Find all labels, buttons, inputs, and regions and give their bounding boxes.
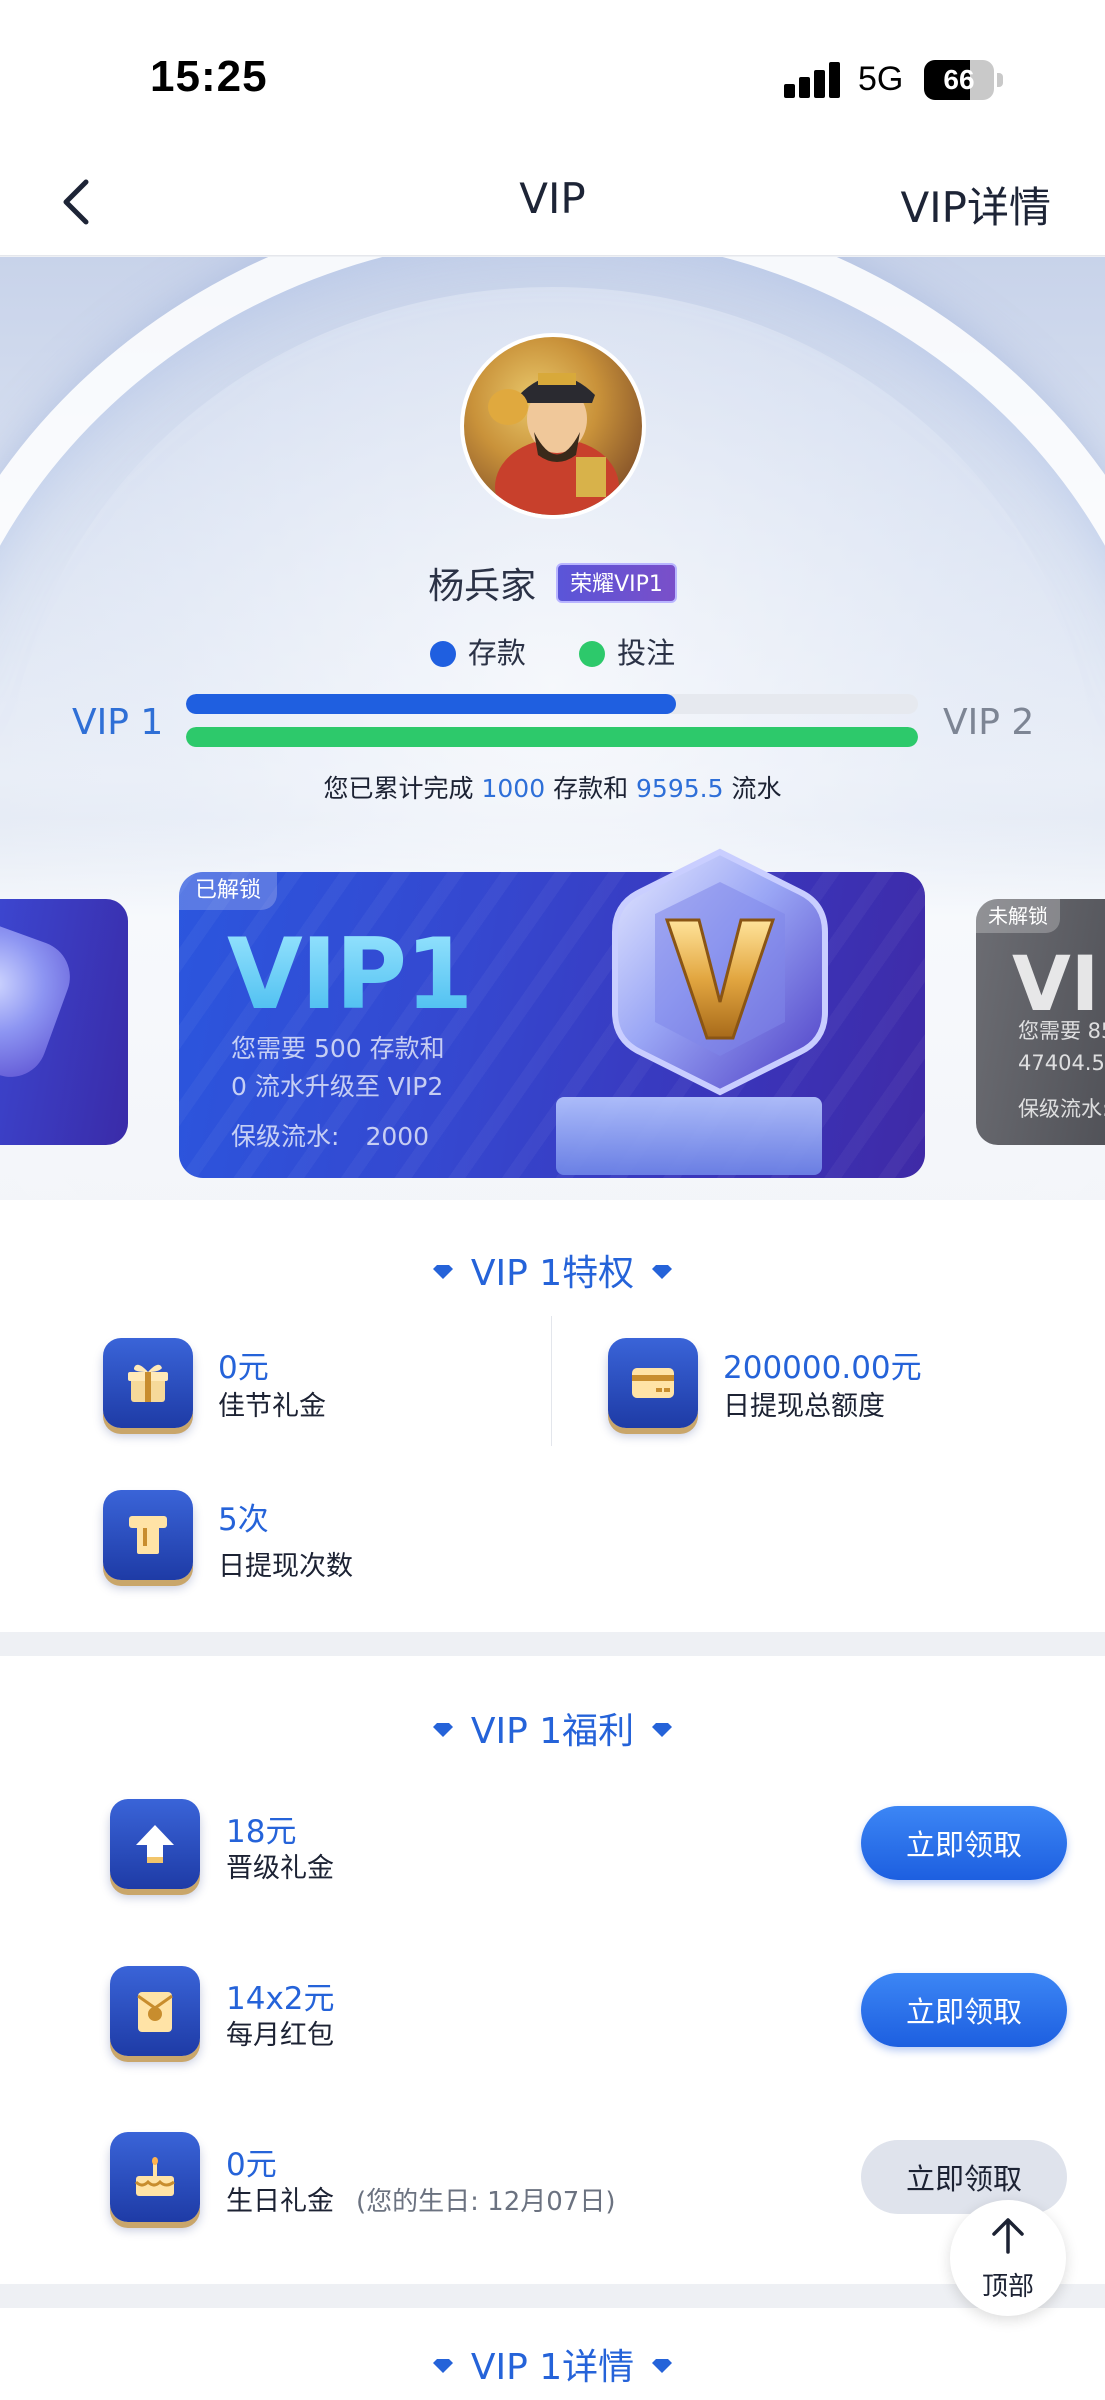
card-requirement-line1: 您需要 500 存款和 <box>231 1034 445 1063</box>
status-bar: 15:25 5G 66 <box>0 0 1105 150</box>
diamond-icon <box>652 1265 673 1279</box>
vip-card-next[interactable]: 未解锁 VIP2 您需要 85 47404.5 保级流水: <box>976 899 1105 1145</box>
next-level-label: VIP 2 <box>943 702 1035 743</box>
next-card-keep-label: 保级流水: <box>1018 1097 1105 1121</box>
card-keep-value: 2000 <box>365 1122 430 1151</box>
card-icon <box>608 1338 698 1428</box>
network-type: 5G <box>858 60 904 98</box>
summary-prefix: 您已累计完成 <box>323 774 474 803</box>
benefits-section: VIP 1福利 18元 晋级礼金 立即领取 14x2元 每月红包 立即领取 0元… <box>0 1656 1105 2284</box>
diamond-icon <box>652 1723 673 1737</box>
diamond-icon <box>652 2359 673 2373</box>
birthday-bonus-row-label: 生日礼金 (您的生日: 12月07日) <box>226 2179 615 2218</box>
avatar[interactable] <box>460 333 646 519</box>
claim-monthly-envelope-button[interactable]: 立即领取 <box>861 1973 1067 2047</box>
diamond-icon <box>432 1265 453 1279</box>
upgrade-bonus-value: 18元 <box>226 1814 297 1850</box>
atm-icon <box>103 1490 193 1580</box>
privileges-title: VIP 1特权 <box>0 1244 1105 1296</box>
nav-bar: VIP VIP详情 <box>0 150 1105 256</box>
progress-summary: 您已累计完成 1000 存款和 9595.5 流水 <box>0 769 1105 805</box>
privileges-title-text: VIP 1特权 <box>470 1253 635 1294</box>
bet-dot-icon <box>579 641 606 667</box>
battery-tip <box>997 73 1003 87</box>
card-keep-label: 保级流水: <box>231 1122 340 1151</box>
card-requirement: 您需要 500 存款和 0 流水升级至 VIP2 <box>231 1030 521 1106</box>
benefits-title: VIP 1福利 <box>0 1702 1105 1754</box>
legend-bet: 投注 <box>579 630 675 672</box>
card-keep-turnover: 保级流水: 2000 <box>231 1117 429 1153</box>
vip-gem-icon <box>0 910 81 1088</box>
bet-progress-fill <box>186 727 918 747</box>
deposit-dot-icon <box>429 641 456 667</box>
privileges-section: VIP 1特权 0元 佳节礼金 200000.00元 日提现总额度 5次 日提现… <box>0 1200 1105 1632</box>
deposit-progress-fill <box>186 694 677 714</box>
user-info-row: 杨兵家 荣耀VIP1 <box>0 557 1105 609</box>
vip-card-previous[interactable] <box>0 899 128 1145</box>
details-section: VIP 1详情 <box>0 2308 1105 2400</box>
daily-withdraw-limit-label: 日提现总额度 <box>723 1391 885 1422</box>
summary-mid: 存款和 <box>553 774 629 803</box>
daily-withdraw-limit-value: 200000.00元 <box>723 1350 922 1386</box>
card-unlocked-tag: 已解锁 <box>179 872 278 910</box>
deposit-progress-bar <box>186 694 918 714</box>
monthly-envelope-value: 14x2元 <box>226 1981 335 2017</box>
summary-deposit-amount: 1000 <box>481 774 546 803</box>
gift-icon <box>103 1338 193 1428</box>
current-level-label: VIP 1 <box>72 702 164 743</box>
next-card-requirement-line2: 47404.5 <box>1018 1051 1105 1075</box>
birthday-cake-icon <box>110 2132 200 2222</box>
vip-details-link[interactable]: VIP详情 <box>901 174 1051 235</box>
progress-legend: 存款 投注 <box>0 630 1105 672</box>
red-envelope-icon <box>110 1966 200 2056</box>
details-title: VIP 1详情 <box>0 2338 1105 2390</box>
status-time: 15:25 <box>150 52 268 101</box>
avatar-image <box>488 373 619 515</box>
vip-v-badge-icon <box>612 848 828 1096</box>
back-to-top-label: 顶部 <box>981 2272 1034 2302</box>
legend-bet-label: 投注 <box>617 636 676 670</box>
battery-icon: 66 <box>924 60 994 100</box>
claim-upgrade-bonus-button[interactable]: 立即领取 <box>861 1806 1067 1880</box>
back-to-top-button[interactable]: 顶部 <box>950 2200 1066 2316</box>
monthly-envelope-label: 每月红包 <box>226 2020 334 2051</box>
next-card-requirement-line1: 您需要 85 <box>1018 1019 1105 1043</box>
diamond-icon <box>432 1723 453 1737</box>
card-requirement-line2: 0 流水升级至 VIP2 <box>231 1072 444 1101</box>
arrow-up-icon <box>992 2218 1024 2254</box>
legend-deposit-label: 存款 <box>467 636 526 670</box>
summary-turnover-amount: 9595.5 <box>636 774 724 803</box>
festival-bonus-label: 佳节礼金 <box>218 1391 326 1422</box>
daily-withdraw-count-value: 5次 <box>218 1502 269 1538</box>
birthday-bonus-label: 生日礼金 <box>226 2186 334 2217</box>
diamond-icon <box>432 2359 453 2373</box>
user-name: 杨兵家 <box>428 566 537 607</box>
card-level: VIP1 <box>227 918 473 1032</box>
vip-hero: 杨兵家 荣耀VIP1 存款 投注 VIP 1 VIP 2 您已累计完成 1000 … <box>0 257 1105 1200</box>
divider <box>551 1316 552 1446</box>
next-card-requirement: 您需要 85 47404.5 <box>1018 1015 1105 1079</box>
birthday-bonus-value: 0元 <box>226 2147 277 2183</box>
details-title-text: VIP 1详情 <box>470 2347 635 2388</box>
festival-bonus-value: 0元 <box>218 1350 269 1386</box>
vip-level-badge: 荣耀VIP1 <box>556 563 677 603</box>
daily-withdraw-count-label: 日提现次数 <box>218 1551 353 1582</box>
card-locked-tag: 未解锁 <box>976 899 1060 933</box>
bet-progress-bar <box>186 727 918 747</box>
legend-deposit: 存款 <box>429 630 526 672</box>
benefits-title-text: VIP 1福利 <box>470 1711 635 1752</box>
upgrade-arrow-icon <box>110 1799 200 1889</box>
summary-suffix: 流水 <box>731 774 782 803</box>
birthday-date-note: (您的生日: 12月07日) <box>356 2187 616 2217</box>
cellular-signal-icon <box>784 62 840 98</box>
upgrade-bonus-label: 晋级礼金 <box>226 1853 334 1884</box>
battery-percent: 66 <box>943 64 975 95</box>
claim-birthday-bonus-button[interactable]: 立即领取 <box>861 2140 1067 2214</box>
